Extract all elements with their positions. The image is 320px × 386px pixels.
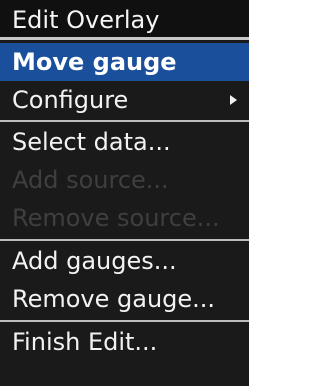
menu-item-select-data[interactable]: Select data... xyxy=(0,123,249,161)
menu-item-remove-source: Remove source... xyxy=(12,204,220,232)
menu-divider xyxy=(0,320,249,322)
menu-item-configure-label: Configure xyxy=(12,86,129,114)
menu-divider xyxy=(0,239,249,241)
menu-divider xyxy=(0,120,249,122)
menu-item-move-gauge[interactable]: Move gauge xyxy=(0,43,249,81)
edit-overlay-menu: Edit Overlay Move gauge Configure Select… xyxy=(0,0,249,386)
menu-item-finish-edit[interactable]: Finish Edit... xyxy=(0,323,249,361)
menu-title: Edit Overlay xyxy=(0,0,249,40)
menu-item-configure[interactable]: Configure xyxy=(0,81,249,119)
chevron-right-icon xyxy=(230,95,237,105)
menu-item-remove-gauge[interactable]: Remove gauge... xyxy=(0,280,249,318)
menu-item-add-gauges[interactable]: Add gauges... xyxy=(0,242,249,280)
menu-item-add-source: Add source... xyxy=(12,166,169,194)
